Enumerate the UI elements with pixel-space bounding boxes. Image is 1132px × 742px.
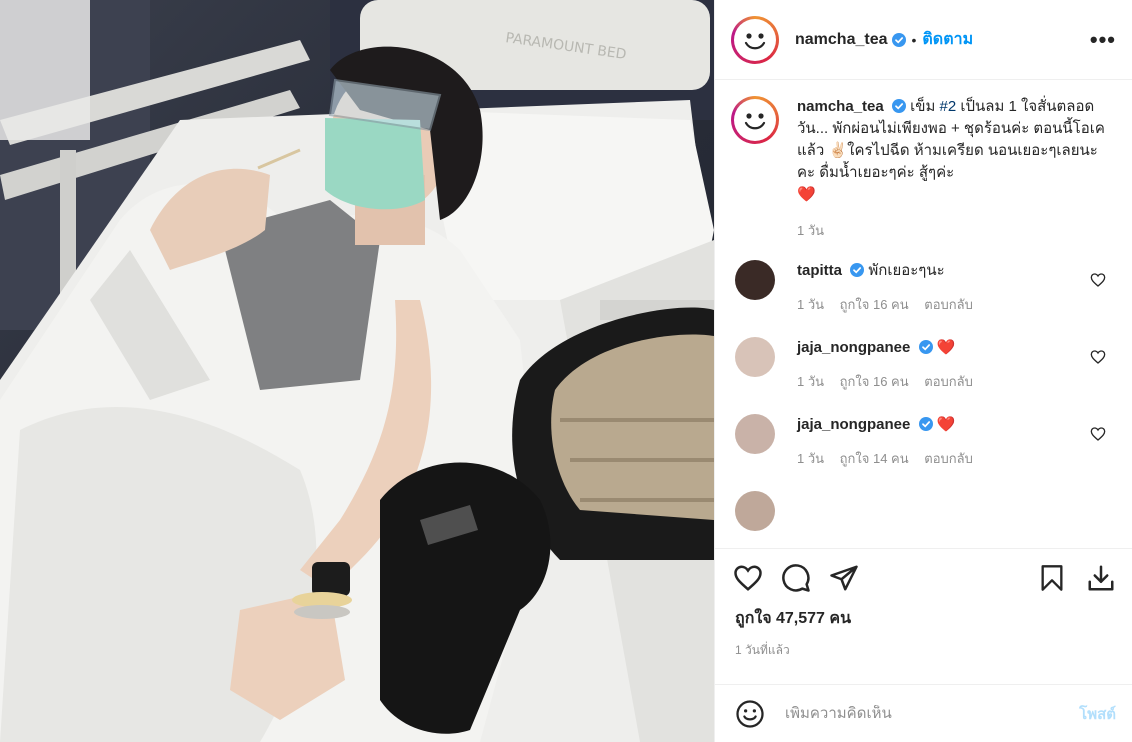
likes-count[interactable]: ถูกใจ 47,577 คน [715,606,1132,631]
separator-dot: • [911,31,917,48]
comment-reply-button[interactable]: ตอบกลับ [924,374,973,389]
comment-likes[interactable]: ถูกใจ 14 คน [840,451,909,466]
comment-like-heart-icon[interactable] [1090,426,1106,442]
verified-badge-icon [891,99,906,113]
comment-text: พักเยอะๆนะ [868,262,945,279]
comment-reply-button[interactable]: ตอบกลับ [924,297,973,312]
comment-username[interactable]: tapitta [797,262,842,279]
more-options-button[interactable]: ••• [1090,27,1116,53]
commenter-avatar[interactable] [735,337,775,377]
comment-username[interactable]: jaja_nongpanee [797,416,910,433]
post-side-panel: namcha_tea • ติดตาม ••• namcha_tea เข็ม … [714,0,1132,742]
comment-age[interactable]: 1 วัน [797,297,824,312]
smiley-avatar-icon [744,32,766,49]
commenter-avatar[interactable] [735,414,775,454]
comment-like-heart-icon[interactable] [1090,349,1106,365]
caption-hashtag-link[interactable]: #2 [940,98,957,115]
heart-icon[interactable] [733,563,763,593]
caption-age[interactable]: 1 วัน [797,223,824,238]
verified-badge-icon [891,32,906,47]
comment-item: tapitta พักเยอะๆนะ 1 วัน ถูกใจ 16 คน ตอบ… [731,260,1116,315]
comment-input[interactable] [785,705,1080,722]
avatar[interactable] [731,15,779,64]
caption-heart-emoji: ❤️ [797,186,816,203]
comment-like-heart-icon[interactable] [1090,272,1106,288]
comment-item-partial [731,491,1116,531]
comment-username[interactable]: jaja_nongpanee [797,339,910,356]
commenter-avatar[interactable] [735,491,775,531]
emoji-icon[interactable] [735,699,765,729]
commenter-avatar[interactable] [735,260,775,300]
caption-text: namcha_tea เข็ม #2 เป็นลม 1 ใจสั่นตลอดวั… [797,96,1107,242]
follow-button[interactable]: ติดตาม [922,27,973,52]
comment-text: ❤️ [936,416,956,433]
verified-badge-icon [850,263,865,277]
header-username[interactable]: namcha_tea [795,31,888,49]
post-comment-button[interactable]: โพสต์ [1079,702,1116,726]
caption-avatar[interactable] [731,96,779,144]
comment-reply-button[interactable]: ตอบกลับ [924,451,973,466]
instagram-post: PARAMOUNT BED namcha_tea • ติดตาม ••• na… [0,0,1132,742]
comment-icon[interactable] [781,563,811,593]
smiley-avatar-icon [744,113,766,130]
photo-illustration: PARAMOUNT BED [0,0,714,742]
comment-likes[interactable]: ถูกใจ 16 คน [840,374,909,389]
download-icon[interactable] [1086,563,1116,593]
comment-item: jaja_nongpanee ❤️ 1 วัน ถูกใจ 14 คน ตอบก… [731,414,1116,469]
comments-area[interactable]: namcha_tea เข็ม #2 เป็นลม 1 ใจสั่นตลอดวั… [715,80,1132,548]
comment-age[interactable]: 1 วัน [797,451,824,466]
post-photo[interactable]: PARAMOUNT BED [0,0,714,742]
comment-item: jaja_nongpanee ❤️ 1 วัน ถูกใจ 16 คน ตอบก… [731,337,1116,392]
comment-text: ❤️ [936,339,956,356]
post-header: namcha_tea • ติดตาม ••• [715,0,1132,80]
verified-badge-icon [918,340,933,354]
post-actions-bar [715,548,1132,606]
comment-likes[interactable]: ถูกใจ 16 คน [840,297,909,312]
bookmark-icon[interactable] [1038,563,1066,593]
caption-prefix: เข็ม [910,98,940,115]
posted-time[interactable]: 1 วันที่แล้ว [715,631,1132,660]
comment-age[interactable]: 1 วัน [797,374,824,389]
add-comment-bar: โพสต์ [715,684,1132,742]
verified-badge-icon [918,417,933,431]
post-caption: namcha_tea เข็ม #2 เป็นลม 1 ใจสั่นตลอดวั… [731,96,1116,242]
share-icon[interactable] [829,563,859,593]
caption-username[interactable]: namcha_tea [797,98,884,115]
